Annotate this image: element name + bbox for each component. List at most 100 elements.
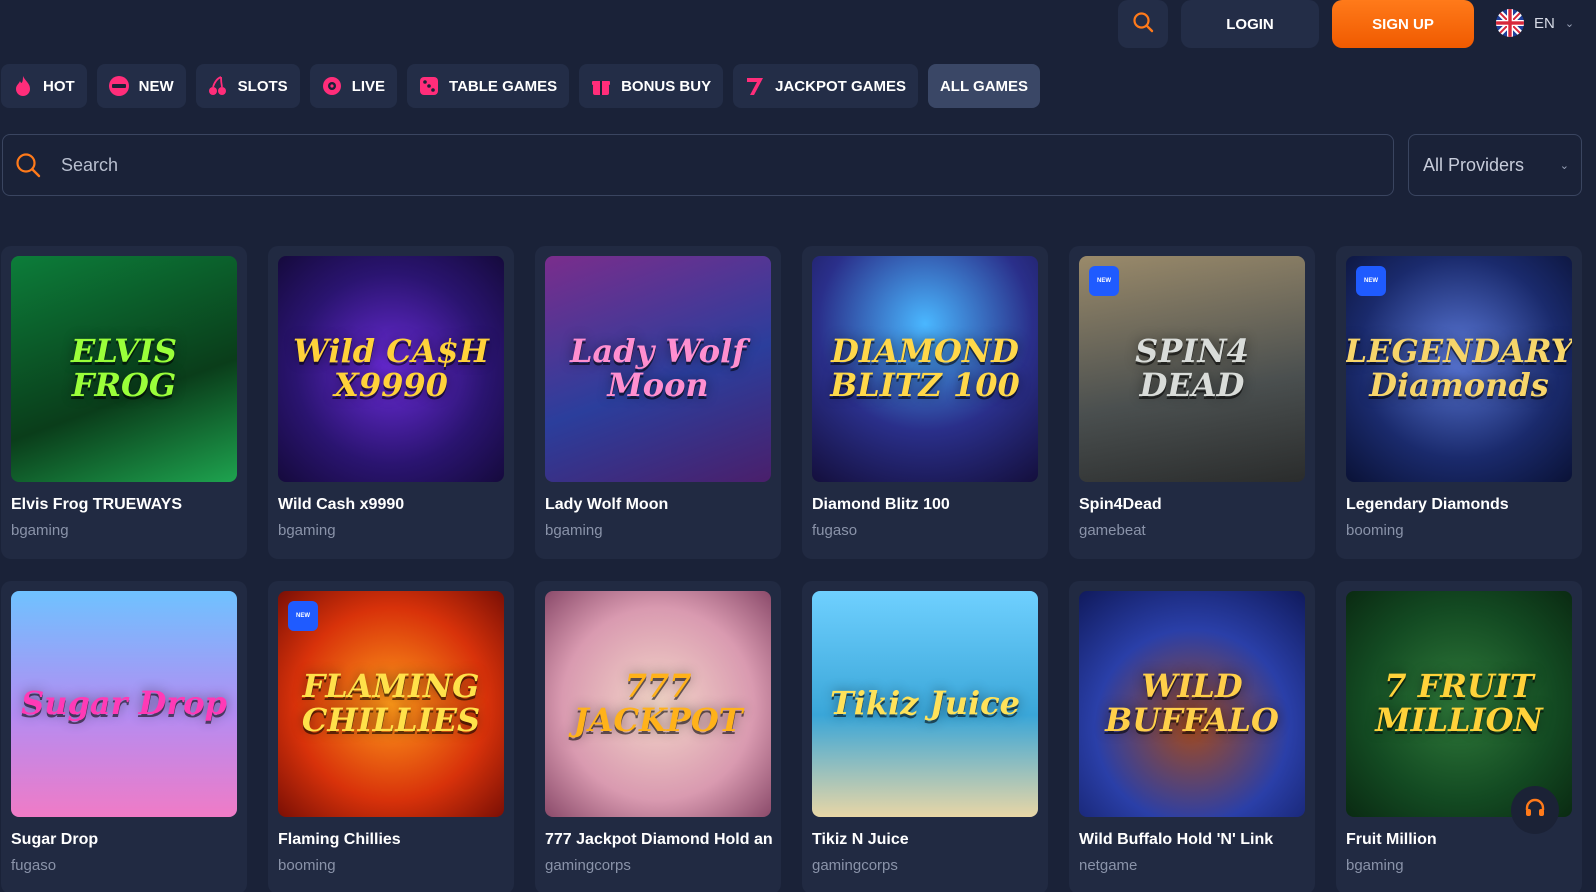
game-thumbnail[interactable]: Wild CA$H X9990 xyxy=(278,256,504,482)
game-art-logo: DIAMOND BLITZ 100 xyxy=(830,332,1020,404)
game-provider: gamingcorps xyxy=(812,857,898,874)
language-label: EN xyxy=(1534,14,1555,32)
game-title[interactable]: Flaming Chillies xyxy=(278,831,506,849)
game-title[interactable]: 777 Jackpot Diamond Hold and Win xyxy=(545,831,773,849)
fire-icon xyxy=(13,76,33,96)
game-thumbnail[interactable]: DIAMOND BLITZ 100 xyxy=(812,256,1038,482)
tab-table-games[interactable]: TABLE GAMES xyxy=(407,64,570,108)
game-provider: bgaming xyxy=(278,522,336,539)
tab-label: BONUS BUY xyxy=(621,77,712,95)
game-art-logo: ELVIS FROG xyxy=(71,332,177,404)
game-title[interactable]: Wild Buffalo Hold 'N' Link xyxy=(1079,831,1307,849)
search-input[interactable] xyxy=(61,154,1393,176)
game-provider: fugaso xyxy=(812,522,858,539)
game-provider: netgame xyxy=(1079,857,1138,874)
game-art-logo: SPIN4 DEAD xyxy=(1135,332,1249,404)
game-art-logo: WILD BUFFALO xyxy=(1105,667,1279,739)
game-provider: bgaming xyxy=(545,522,603,539)
dice-icon xyxy=(419,76,439,96)
game-thumbnail[interactable]: Lady Wolf Moon xyxy=(545,256,771,482)
game-provider: gamebeat xyxy=(1079,522,1146,539)
game-provider: fugaso xyxy=(11,857,57,874)
chevron-down-icon: ⌄ xyxy=(1564,17,1575,30)
game-title[interactable]: Lady Wolf Moon xyxy=(545,496,773,514)
game-card[interactable]: DIAMOND BLITZ 100 Diamond Blitz 100 fugaso xyxy=(802,246,1048,559)
game-card[interactable]: Lady Wolf Moon Lady Wolf Moon bgaming xyxy=(535,246,781,559)
tab-live[interactable]: LIVE xyxy=(309,64,398,108)
game-thumbnail[interactable]: 7 FRUIT MILLION xyxy=(1346,591,1572,817)
seven-icon xyxy=(745,76,765,96)
game-title[interactable]: Spin4Dead xyxy=(1079,496,1307,514)
game-provider: bgaming xyxy=(1346,857,1404,874)
game-title[interactable]: Elvis Frog TRUEWAYS xyxy=(11,496,239,514)
tab-label: NEW xyxy=(138,77,174,95)
tab-label: HOT xyxy=(43,77,75,95)
top-bar: LOGIN SIGN UP EN ⌄ xyxy=(0,0,1596,58)
tab-label: JACKPOT GAMES xyxy=(775,77,906,95)
headset-icon xyxy=(1523,796,1547,825)
game-card[interactable]: 7 FRUIT MILLION Fruit Million bgaming xyxy=(1336,581,1582,892)
game-thumbnail[interactable]: Tikiz Juice xyxy=(812,591,1038,817)
game-title[interactable]: Sugar Drop xyxy=(11,831,239,849)
game-art-logo: Sugar Drop xyxy=(21,684,227,723)
game-art-logo: 7 FRUIT MILLION xyxy=(1375,667,1543,739)
game-art-logo: FLAMING CHILLIES xyxy=(301,667,481,739)
game-provider: booming xyxy=(1346,522,1404,539)
tab-label: ALL GAMES xyxy=(939,77,1029,95)
tab-all-games[interactable]: ALL GAMES xyxy=(927,64,1041,108)
game-art-logo: LEGENDARY Diamonds xyxy=(1346,332,1572,404)
providers-label: All Providers xyxy=(1423,154,1525,175)
signup-button[interactable]: SIGN UP xyxy=(1332,0,1474,48)
tab-label: SLOTS xyxy=(237,77,288,95)
gift-icon xyxy=(591,76,611,96)
language-selector[interactable]: EN ⌄ xyxy=(1496,8,1574,38)
game-thumbnail[interactable]: ELVIS FROG xyxy=(11,256,237,482)
search-icon xyxy=(15,151,43,179)
tab-bonus-buy[interactable]: BONUS BUY xyxy=(579,64,724,108)
uk-flag-icon xyxy=(1496,9,1524,37)
new-badge: NEW xyxy=(288,601,318,631)
new-badge: NEW xyxy=(1356,266,1386,296)
game-thumbnail[interactable]: SPIN4 DEAD NEW xyxy=(1079,256,1305,482)
roulette-icon xyxy=(322,76,342,96)
game-title[interactable]: Wild Cash x9990 xyxy=(278,496,506,514)
game-card[interactable]: ELVIS FROG Elvis Frog TRUEWAYS bgaming xyxy=(1,246,247,559)
game-title[interactable]: Diamond Blitz 100 xyxy=(812,496,1040,514)
header-search-button[interactable] xyxy=(1118,0,1168,48)
game-thumbnail[interactable]: WILD BUFFALO xyxy=(1079,591,1305,817)
game-card[interactable]: WILD BUFFALO Wild Buffalo Hold 'N' Link ne… xyxy=(1069,581,1315,892)
game-title[interactable]: Tikiz N Juice xyxy=(812,831,1040,849)
game-card[interactable]: LEGENDARY Diamonds NEW Legendary Diamonds b… xyxy=(1336,246,1582,559)
new-icon xyxy=(108,76,129,96)
tab-label: TABLE GAMES xyxy=(449,77,558,95)
game-card[interactable]: Wild CA$H X9990 Wild Cash x9990 bgaming xyxy=(268,246,514,559)
chevron-down-icon: ⌄ xyxy=(1559,160,1569,172)
game-art-logo: Tikiz Juice xyxy=(829,684,1020,723)
tab-label: LIVE xyxy=(351,77,386,95)
game-card[interactable]: Tikiz Juice Tikiz N Juice gamingcorps xyxy=(802,581,1048,892)
login-button[interactable]: LOGIN xyxy=(1181,0,1319,48)
tab-new[interactable]: NEW xyxy=(96,64,186,108)
providers-dropdown[interactable]: All Providers ⌄ xyxy=(1408,134,1582,196)
game-card[interactable]: SPIN4 DEAD NEW Spin4Dead gamebeat xyxy=(1069,246,1315,559)
game-provider: bgaming xyxy=(11,522,69,539)
search-icon xyxy=(1132,11,1154,38)
game-card[interactable]: 777 JACKPOT 777 Jackpot Diamond Hold and … xyxy=(535,581,781,892)
game-thumbnail[interactable]: FLAMING CHILLIES NEW xyxy=(278,591,504,817)
cherry-icon xyxy=(208,76,228,96)
game-title[interactable]: Legendary Diamonds xyxy=(1346,496,1574,514)
support-button[interactable] xyxy=(1511,786,1559,834)
game-thumbnail[interactable]: Sugar Drop xyxy=(11,591,237,817)
game-thumbnail[interactable]: LEGENDARY Diamonds NEW xyxy=(1346,256,1572,482)
games-grid: ELVIS FROG Elvis Frog TRUEWAYS bgaming Wild… xyxy=(1,246,1582,892)
game-provider: gamingcorps xyxy=(545,857,631,874)
game-art-logo: Lady Wolf Moon xyxy=(570,332,746,404)
game-title[interactable]: Fruit Million xyxy=(1346,831,1574,849)
game-provider: booming xyxy=(278,857,336,874)
tab-hot[interactable]: HOT xyxy=(1,64,87,108)
tab-slots[interactable]: SLOTS xyxy=(195,64,300,108)
tab-jackpot-games[interactable]: JACKPOT GAMES xyxy=(733,64,918,108)
game-card[interactable]: Sugar Drop Sugar Drop fugaso xyxy=(1,581,247,892)
game-thumbnail[interactable]: 777 JACKPOT xyxy=(545,591,771,817)
game-card[interactable]: FLAMING CHILLIES NEW Flaming Chillies boomi… xyxy=(268,581,514,892)
